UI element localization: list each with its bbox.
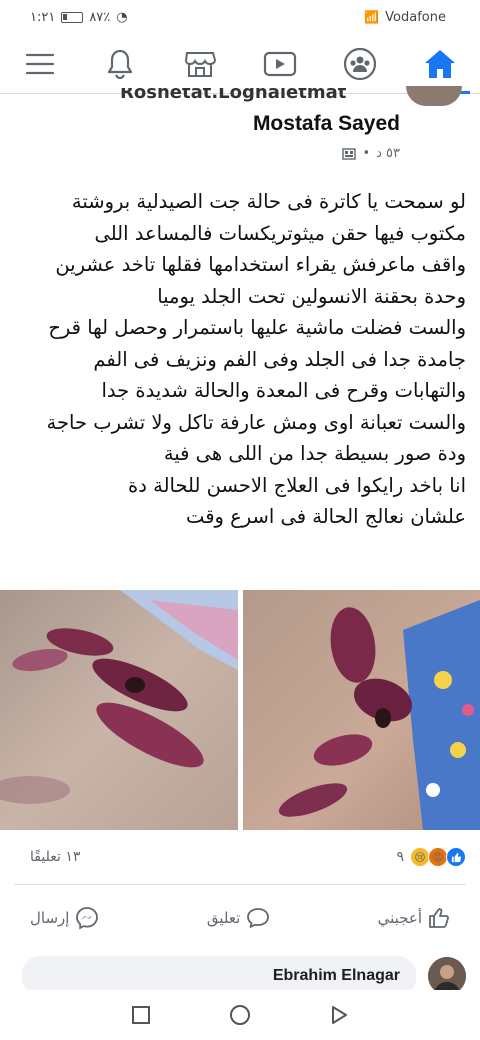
video-icon bbox=[263, 51, 297, 76]
post-line: والست تعبانة اوى ومش عارفة تاكل ولا تشرب… bbox=[46, 410, 466, 434]
photo-left-image bbox=[0, 590, 238, 830]
like-label: أعجبني bbox=[377, 909, 422, 927]
post-line: انا باخد رايكوا فى العلاج الاحسن للحالة … bbox=[128, 473, 466, 497]
post-line: والست فضلت ماشية عليها باستمرار وحصل لها… bbox=[48, 316, 466, 339]
home-icon bbox=[425, 49, 455, 78]
audience-icon bbox=[342, 147, 357, 160]
photo-right-image bbox=[242, 590, 480, 830]
post-meta: ٥٣ د • bbox=[342, 146, 400, 161]
post-time[interactable]: ٥٣ د bbox=[376, 146, 400, 161]
comment-icon bbox=[247, 908, 270, 928]
status-bar: ١:٢١ ٨٧٪ ◔ 📶 Vodafone bbox=[0, 0, 480, 34]
system-nav-bar bbox=[0, 990, 480, 1040]
sad-reaction-icon: 😢 bbox=[410, 847, 430, 867]
reactions-count: ٩ bbox=[396, 849, 404, 865]
like-button[interactable]: أعجبني bbox=[368, 899, 460, 937]
post-line: علشان نعالج الحالة فى اسرع وقت bbox=[186, 505, 466, 528]
menu-icon bbox=[25, 53, 55, 74]
recent-apps-icon[interactable] bbox=[131, 1005, 151, 1025]
send-label: إرسال bbox=[30, 909, 70, 927]
post-photos bbox=[0, 590, 480, 830]
clock: ١:٢١ bbox=[30, 9, 56, 25]
post-line: والتهابات وقرح فى المعدة والحالة شديدة ج… bbox=[101, 379, 466, 402]
top-nav bbox=[0, 34, 480, 94]
post-actions: أعجبني تعليق إرسال bbox=[20, 890, 460, 946]
alarm-icon: ◔ bbox=[116, 9, 128, 25]
back-icon[interactable] bbox=[329, 1005, 349, 1025]
angry-reaction-icon: 😡 bbox=[428, 847, 448, 867]
reactions-summary[interactable]: ٩ 😢 😡 bbox=[396, 847, 466, 867]
post-photo-right[interactable] bbox=[242, 590, 480, 830]
battery-level: ٨٧٪ bbox=[89, 9, 111, 25]
shared-from-page[interactable]: Roshetat.Loghaletmat bbox=[120, 88, 400, 104]
watch-button[interactable] bbox=[250, 34, 310, 94]
post-author[interactable]: Mostafa Sayed bbox=[253, 112, 400, 136]
wifi-icon: 📶 bbox=[364, 10, 380, 24]
post-line: ودة صور بسيطة جدا من اللى هى فية bbox=[163, 442, 466, 465]
groups-icon bbox=[343, 47, 377, 80]
battery-icon bbox=[61, 11, 84, 23]
notifications-button[interactable] bbox=[90, 34, 150, 94]
like-reaction-icon bbox=[446, 847, 466, 867]
home-circle-icon[interactable] bbox=[229, 1004, 251, 1026]
menu-button[interactable] bbox=[10, 34, 70, 94]
comment-label: تعليق bbox=[206, 909, 241, 927]
messenger-icon bbox=[76, 907, 99, 930]
thumbs-up-icon bbox=[429, 908, 449, 928]
post-text: لو سمحت يا كاترة فى حالة جت الصيدلية برو… bbox=[14, 186, 466, 533]
post-line: لو سمحت يا كاترة فى حالة جت الصيدلية برو… bbox=[71, 190, 466, 213]
author-avatar[interactable] bbox=[406, 86, 462, 106]
reactions-row: ١٣ تعليقًا ٩ 😢 😡 bbox=[30, 842, 466, 872]
separator-dot: • bbox=[362, 146, 371, 161]
comment-button[interactable]: تعليق bbox=[197, 899, 280, 937]
comments-count[interactable]: ١٣ تعليقًا bbox=[30, 849, 80, 865]
post-line: جامدة جدا فى الجلد وفى الفم ونزيف فى الف… bbox=[93, 347, 466, 371]
divider bbox=[14, 884, 466, 885]
bell-icon bbox=[107, 49, 133, 79]
marketplace-icon bbox=[184, 51, 216, 77]
post-photo-left[interactable] bbox=[0, 590, 238, 830]
marketplace-button[interactable] bbox=[170, 34, 230, 94]
status-right: 📶 Vodafone bbox=[364, 10, 446, 25]
home-button[interactable] bbox=[410, 34, 470, 94]
groups-button[interactable] bbox=[330, 34, 390, 94]
carrier-name: Vodafone bbox=[385, 9, 446, 25]
status-left: ١:٢١ ٨٧٪ ◔ bbox=[30, 10, 128, 25]
comment-author[interactable]: Ebrahim Elnagar bbox=[273, 967, 400, 985]
post-line: مكتوب فيها حقن ميثوتريكسات فالمساعد اللى bbox=[94, 221, 466, 245]
send-button[interactable]: إرسال bbox=[20, 898, 109, 938]
post-line: واقف ماعرفش يقراء استخدامها فقلها تاخد ع… bbox=[55, 253, 466, 276]
post-line: وحدة بحقنة الانسولين تحت الجلد يوميا bbox=[157, 284, 466, 308]
